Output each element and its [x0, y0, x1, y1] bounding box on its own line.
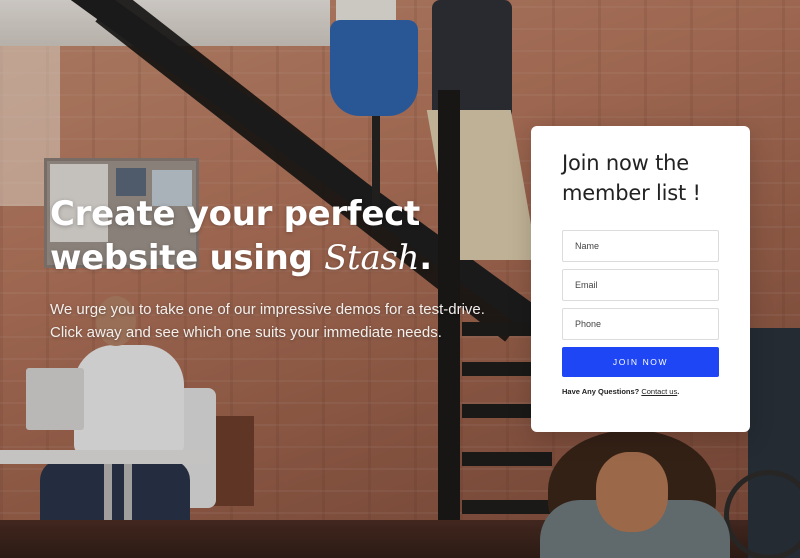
- hero-title-line1: Create your perfect: [50, 194, 420, 234]
- hero-title-line2-prefix: website using: [50, 238, 313, 278]
- name-field[interactable]: [562, 230, 719, 262]
- hero-subtitle-line2: Click away and see which one suits your …: [50, 324, 442, 341]
- hero-subtitle-line1: We urge you to take one of our impressiv…: [50, 301, 485, 318]
- contact-suffix: .: [677, 387, 680, 396]
- contact-us-link[interactable]: Contact us: [641, 387, 677, 396]
- questions-text: Have Any Questions?: [562, 387, 640, 396]
- email-field[interactable]: [562, 269, 719, 301]
- questions-note: Have Any Questions? Contact us.: [562, 387, 719, 396]
- signup-title: Join now the member list !: [562, 148, 719, 208]
- hero-title-period: .: [419, 238, 432, 278]
- signup-title-line1: Join now the: [562, 151, 689, 175]
- signup-card: Join now the member list ! JOIN NOW Have…: [531, 126, 750, 432]
- phone-field[interactable]: [562, 308, 719, 340]
- signup-title-line2: member list !: [562, 181, 701, 205]
- hero-title: Create your perfect website using Stash.: [50, 192, 520, 280]
- hero-section: Create your perfect website using Stash.…: [50, 192, 520, 344]
- hero-brand-name: Stash: [324, 238, 420, 278]
- hero-subtitle: We urge you to take one of our impressiv…: [50, 298, 520, 344]
- join-now-button[interactable]: JOIN NOW: [562, 347, 719, 377]
